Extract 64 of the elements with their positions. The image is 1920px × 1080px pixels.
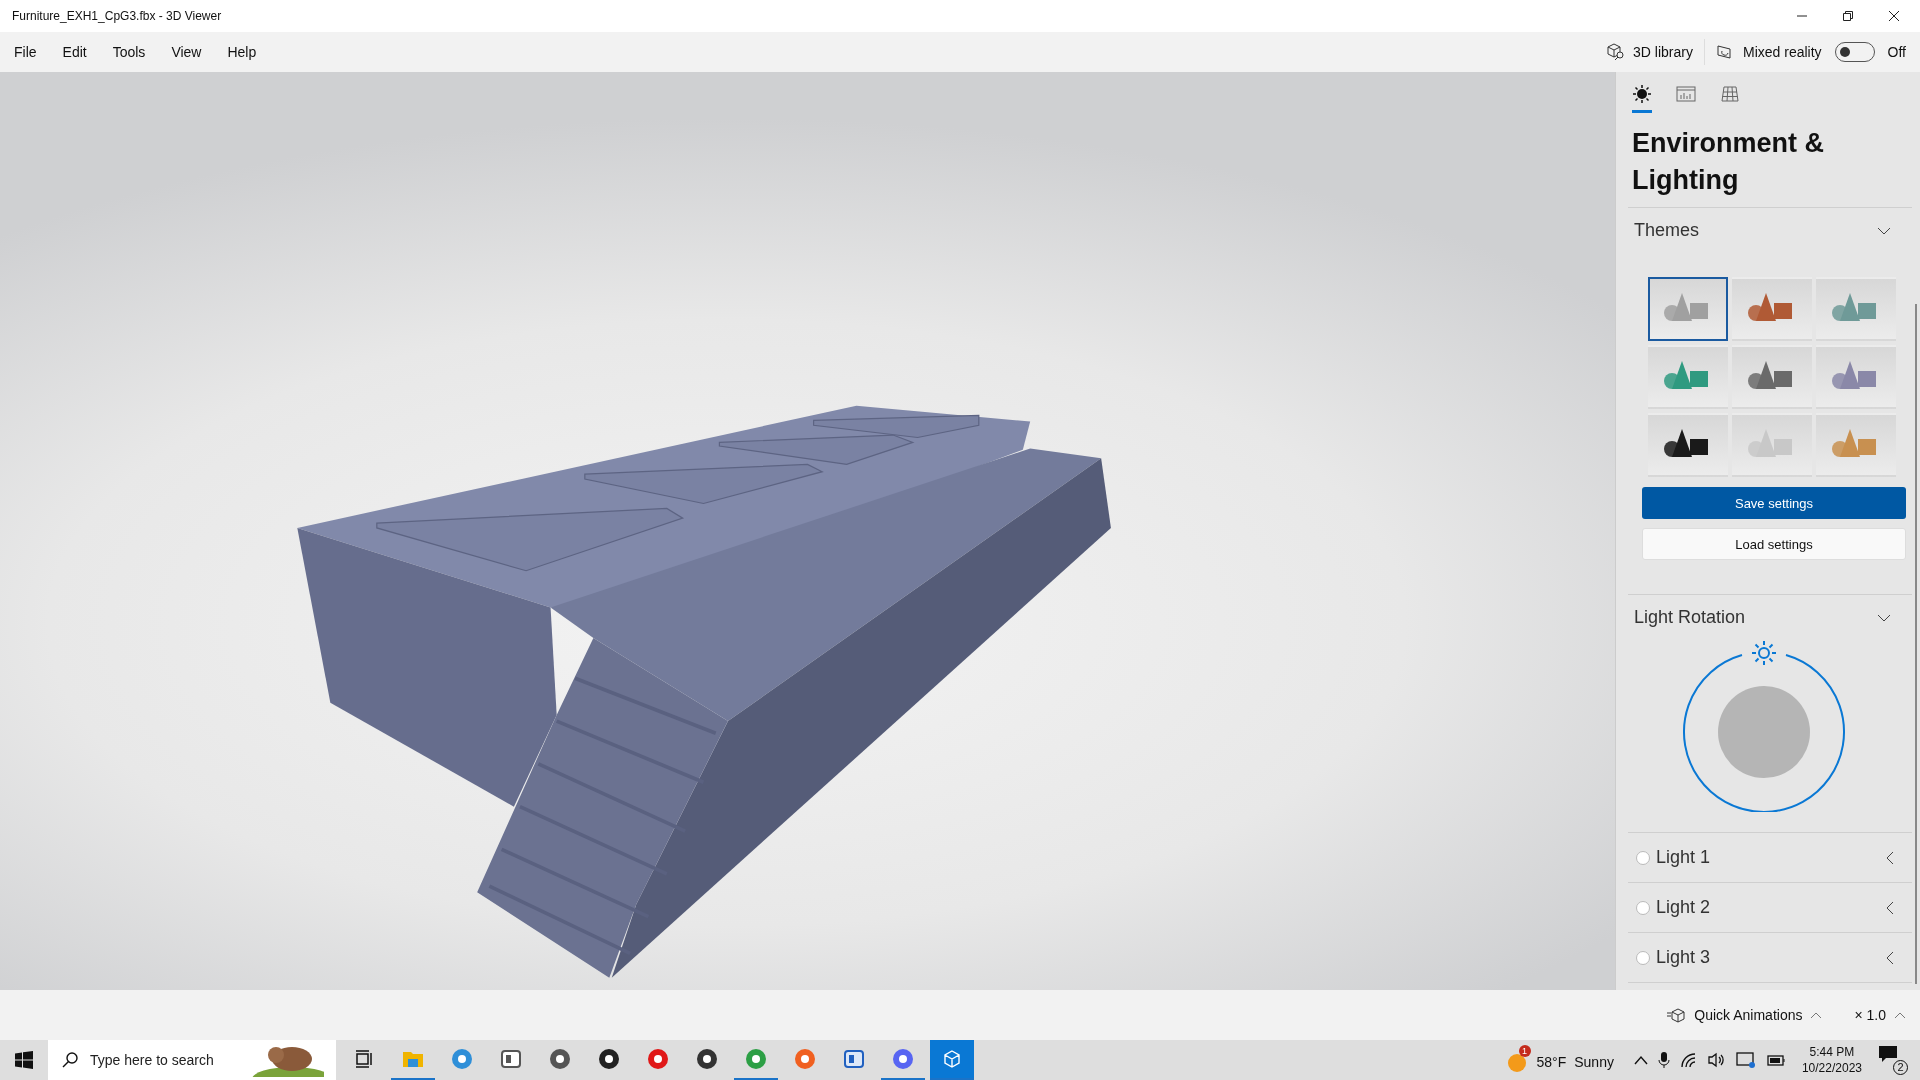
viewer-app-icon[interactable] bbox=[930, 1040, 974, 1080]
theme-thumbnail[interactable] bbox=[1648, 345, 1728, 409]
light-rotation-dial[interactable] bbox=[1682, 640, 1846, 812]
save-settings-button[interactable]: Save settings bbox=[1642, 487, 1906, 519]
light-radio[interactable] bbox=[1636, 900, 1650, 915]
theme-thumbnail[interactable] bbox=[1816, 413, 1896, 477]
light-row[interactable]: Light 3 bbox=[1628, 933, 1912, 983]
theme-thumbnail[interactable] bbox=[1732, 413, 1812, 477]
light-row[interactable]: Light 1 bbox=[1628, 833, 1912, 883]
section-title: Light Rotation bbox=[1634, 607, 1746, 628]
theme-thumbnail[interactable] bbox=[1648, 413, 1728, 477]
weather-condition: Sunny bbox=[1574, 1054, 1614, 1070]
battery-icon[interactable] bbox=[1765, 1053, 1786, 1067]
menu-item[interactable]: Tools bbox=[112, 44, 146, 60]
panel-title: Environment & Lighting bbox=[1631, 127, 1826, 197]
wifi-icon[interactable] bbox=[1679, 1052, 1698, 1068]
speed-label[interactable]: × 1.0 bbox=[1854, 1007, 1886, 1023]
search-input[interactable]: Type here to search bbox=[88, 1051, 242, 1069]
theme-thumbnail[interactable] bbox=[1648, 277, 1728, 341]
menu-item[interactable]: Edit bbox=[62, 44, 87, 60]
temperature: 58°F bbox=[1536, 1054, 1567, 1070]
theme-thumbnail[interactable] bbox=[1732, 277, 1812, 341]
load-settings-button[interactable]: Load settings bbox=[1642, 528, 1906, 560]
stepped-block-drawing[interactable] bbox=[297, 405, 1111, 978]
clock-date[interactable]: 10/22/2023 bbox=[1801, 1060, 1862, 1076]
menu-item[interactable]: File bbox=[14, 44, 37, 60]
chevron-icon[interactable] bbox=[1884, 899, 1896, 916]
light-label: Light 1 bbox=[1656, 847, 1712, 868]
light-radio[interactable] bbox=[1636, 850, 1650, 865]
cube-search-icon[interactable] bbox=[1606, 43, 1627, 61]
quick-animations-label[interactable]: Quick Animations bbox=[1694, 1007, 1803, 1023]
theme-thumbnail[interactable] bbox=[1732, 345, 1812, 409]
3d-viewport[interactable] bbox=[0, 72, 1615, 990]
light-row[interactable]: Light 2 bbox=[1628, 883, 1912, 933]
weather-widget[interactable]: 1 58°F Sunny bbox=[1506, 1043, 1614, 1077]
notification-count: 2 bbox=[1893, 1060, 1908, 1075]
chevron-icon[interactable] bbox=[1884, 949, 1896, 966]
search-bar[interactable]: Type here to search bbox=[48, 1040, 336, 1080]
notification-icon[interactable] bbox=[1878, 1045, 1900, 1065]
weather-badge: 1 bbox=[1518, 1045, 1531, 1057]
theme-thumbnail[interactable] bbox=[1816, 345, 1896, 409]
display-icon[interactable] bbox=[1735, 1051, 1756, 1069]
mixed-reality-toggle[interactable] bbox=[1834, 42, 1875, 62]
mixed-reality-label: Mixed reality bbox=[1743, 44, 1822, 60]
light-label: Light 2 bbox=[1656, 897, 1712, 918]
microphone-icon[interactable] bbox=[1657, 1051, 1670, 1069]
section-title: Themes bbox=[1634, 220, 1700, 241]
toggle-state: Off bbox=[1887, 44, 1906, 60]
close-icon[interactable] bbox=[1888, 10, 1900, 22]
search-icon bbox=[62, 1052, 78, 1068]
caret-up-icon[interactable] bbox=[1633, 1055, 1648, 1065]
chevron-icon[interactable] bbox=[1884, 849, 1896, 866]
restore-icon[interactable] bbox=[1842, 10, 1854, 22]
light-radio[interactable] bbox=[1636, 950, 1650, 965]
speaker-icon[interactable] bbox=[1707, 1052, 1726, 1068]
window-title: Furniture_EXH1_CpG3.fbx - 3D Viewer bbox=[12, 9, 222, 23]
menu-item[interactable]: View bbox=[171, 44, 202, 60]
animation-cube-icon[interactable] bbox=[1666, 1007, 1687, 1023]
clock-time[interactable]: 5:44 PM bbox=[1809, 1044, 1855, 1060]
windows-start-icon[interactable] bbox=[15, 1051, 33, 1069]
light-label: Light 3 bbox=[1656, 947, 1712, 968]
library-label[interactable]: 3D library bbox=[1633, 44, 1693, 60]
menu-item[interactable]: Help bbox=[227, 44, 257, 60]
theme-thumbnail[interactable] bbox=[1816, 277, 1896, 341]
